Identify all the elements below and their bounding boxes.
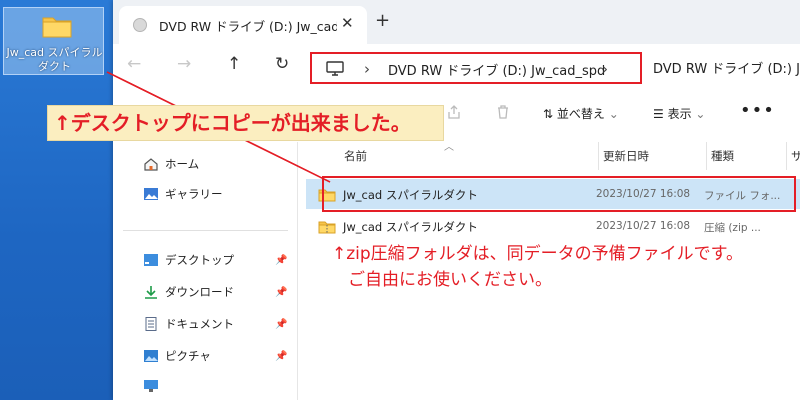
view-button[interactable]: ☰ 表示 ⌄ — [653, 105, 705, 122]
file-name: Jw_cad スパイラルダクト — [343, 220, 478, 234]
refresh-button[interactable]: ↻ — [275, 54, 289, 74]
sidebar-item-documents[interactable]: ドキュメント — [143, 316, 234, 336]
sidebar-item-gallery[interactable]: ギャラリー — [143, 186, 223, 206]
view-label: 表示 — [667, 107, 692, 121]
sidebar-item-downloads[interactable]: ダウンロード — [143, 284, 234, 304]
sort-button[interactable]: ⇅ 並べ替え ⌄ — [543, 105, 619, 122]
breadcrumb-separator: › — [364, 60, 370, 78]
pin-icon: 📌 — [275, 287, 288, 298]
share-icon[interactable] — [446, 104, 462, 124]
copy-complete-callout: ↑デスクトップにコピーが出来ました。 — [47, 105, 444, 141]
sidebar-item-label: ホーム — [165, 157, 200, 171]
file-modified: 2023/10/27 16:08 — [596, 220, 691, 232]
breadcrumb-separator-trailing[interactable]: › — [602, 60, 608, 78]
document-icon — [143, 317, 159, 331]
sidebar-item-label: ピクチャ — [165, 349, 211, 363]
sidebar-item-monitor[interactable] — [143, 378, 165, 398]
close-tab-icon[interactable]: ✕ — [341, 14, 354, 32]
address-bar[interactable]: › DVD RW ドライブ (D:) Jw_cad_spd › — [310, 52, 642, 84]
desktop-folder-label: Jw_cad スパイラルダクト — [6, 46, 103, 73]
sort-icon: ⇅ — [543, 107, 557, 121]
explorer-tab[interactable]: DVD RW ドライブ (D:) Jw_cad_spd ✕ — [119, 6, 367, 44]
monitor-icon — [143, 379, 159, 393]
zip-note: ↑zip圧縮フォルダは、同データの予備ファイルです。 ご自由にお使いください。 — [332, 241, 792, 293]
column-divider[interactable] — [786, 142, 787, 170]
sidebar-item-label: デスクトップ — [165, 253, 234, 267]
desktop-icon — [143, 253, 159, 267]
sidebar-item-label: ギャラリー — [165, 187, 223, 201]
download-icon — [143, 285, 159, 299]
navigation-bar: ← → ↑ ↻ › DVD RW ドライブ (D:) Jw_cad_spd › … — [113, 44, 800, 88]
view-list-icon: ☰ — [653, 107, 668, 121]
up-button[interactable]: ↑ — [227, 54, 241, 74]
new-tab-button[interactable]: + — [375, 10, 390, 31]
gallery-icon — [143, 187, 159, 201]
drive-icon — [133, 18, 147, 32]
chevron-down-icon: ⌄ — [695, 107, 706, 121]
pin-icon: 📌 — [275, 319, 288, 330]
pin-icon: 📌 — [275, 351, 288, 362]
sidebar-item-pictures[interactable]: ピクチャ — [143, 348, 211, 368]
zip-folder-icon — [318, 219, 336, 238]
folder-icon — [42, 14, 72, 42]
column-divider[interactable] — [598, 142, 599, 170]
desktop-folder-shortcut[interactable]: Jw_cad スパイラルダクト — [3, 7, 104, 75]
sidebar-item-label: ドキュメント — [165, 317, 234, 331]
tab-title: DVD RW ドライブ (D:) Jw_cad_spd — [159, 19, 337, 34]
zip-note-line1: ↑zip圧縮フォルダは、同データの予備ファイルです。 — [332, 244, 743, 264]
file-type: 圧縮 (zip ... — [704, 222, 761, 234]
column-header-modified[interactable]: 更新日時 — [603, 148, 649, 164]
column-divider[interactable] — [706, 142, 707, 170]
computer-icon — [326, 61, 344, 81]
sort-ascending-icon: ︿ — [444, 142, 454, 153]
sidebar-divider — [123, 230, 288, 231]
picture-icon — [143, 349, 159, 363]
navigation-pane: ホーム ギャラリー デスクトップ 📌 ダウンロード 📌 ドキュメント 📌 ピクチ… — [113, 142, 298, 400]
home-icon — [143, 157, 159, 171]
search-box-text[interactable]: DVD RW ドライブ (D:) Jw_ca — [653, 58, 800, 78]
delete-icon[interactable] — [495, 104, 511, 124]
column-header-name[interactable]: 名前 — [344, 148, 367, 164]
pin-icon: 📌 — [275, 255, 288, 266]
selected-folder-highlight — [322, 176, 796, 212]
sidebar-item-label: ダウンロード — [165, 285, 234, 299]
sort-label: 並べ替え — [556, 107, 605, 121]
zip-note-line2: ご自由にお使いください。 — [348, 270, 552, 290]
back-button[interactable]: ← — [127, 54, 141, 74]
sidebar-item-home[interactable]: ホーム — [143, 156, 199, 176]
sidebar-item-desktop[interactable]: デスクトップ — [143, 252, 234, 272]
file-row-zip[interactable]: Jw_cad スパイラルダクト 2023/10/27 16:08 圧縮 (zip… — [306, 211, 800, 241]
column-header-size[interactable]: サ — [791, 148, 800, 164]
tab-bar: DVD RW ドライブ (D:) Jw_cad_spd ✕ + — [113, 0, 800, 44]
column-header-type[interactable]: 種類 — [711, 148, 734, 164]
forward-button[interactable]: → — [177, 54, 191, 74]
breadcrumb-path[interactable]: DVD RW ドライブ (D:) Jw_cad_spd — [388, 60, 605, 79]
chevron-down-icon: ⌄ — [608, 107, 619, 121]
more-options-button[interactable]: ••• — [740, 100, 775, 121]
